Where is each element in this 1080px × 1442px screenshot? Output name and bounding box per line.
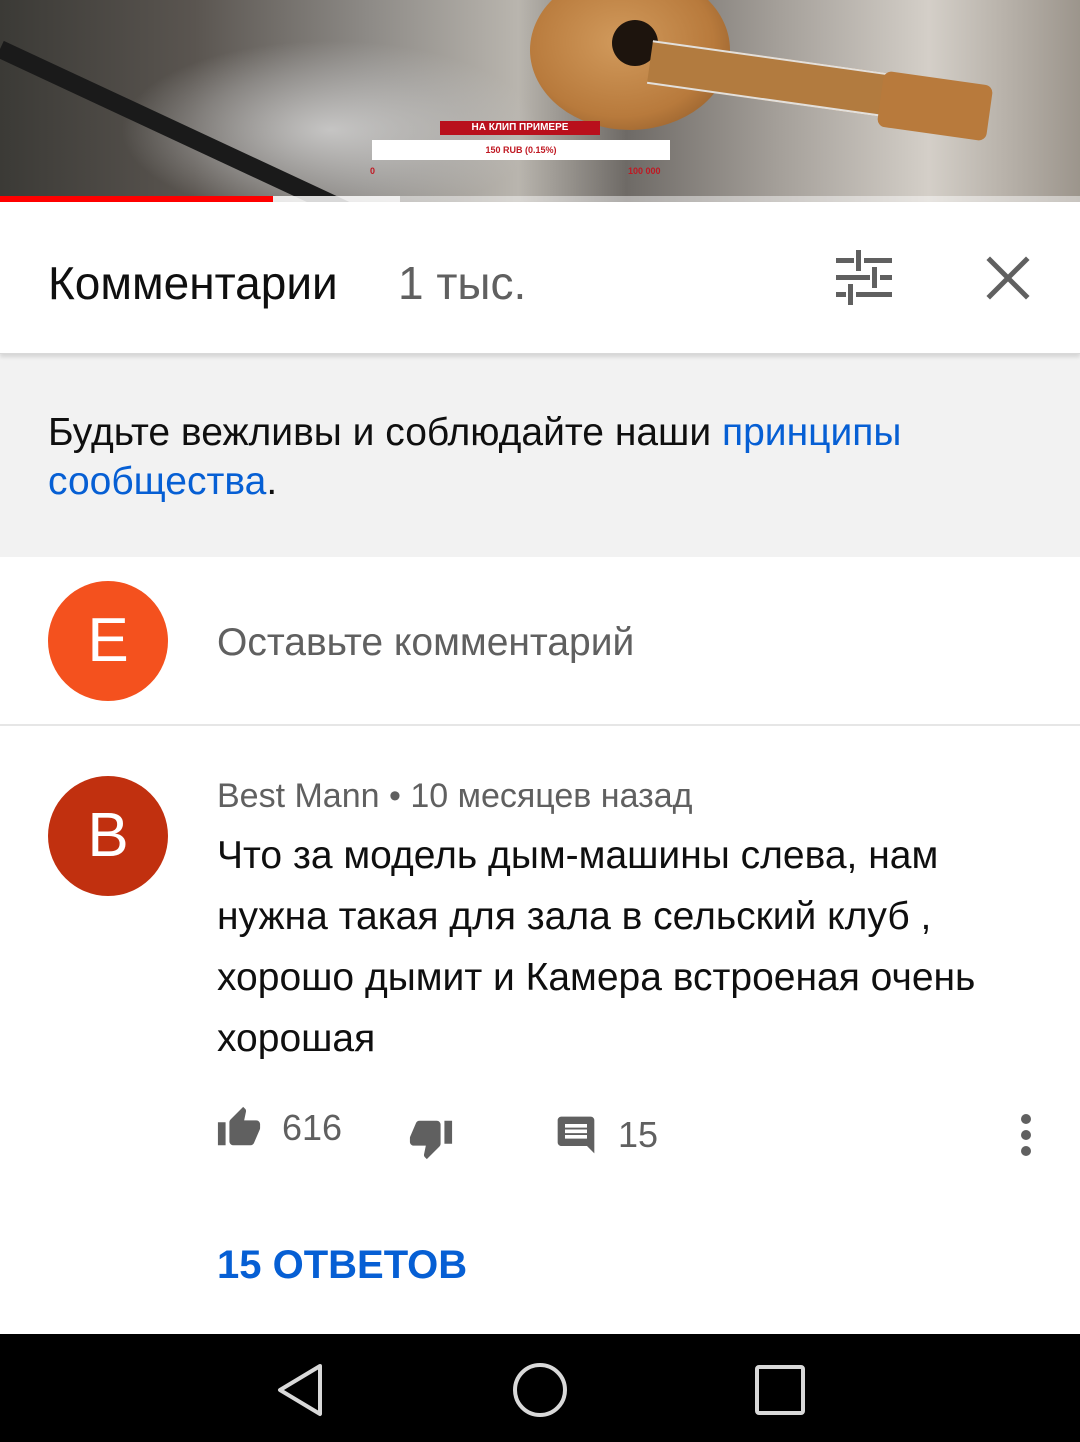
comments-header: Комментарии 1 тыс. bbox=[0, 202, 1080, 354]
like-button[interactable]: 616 bbox=[216, 1105, 342, 1151]
nav-recents-button[interactable] bbox=[750, 1360, 810, 1420]
home-circle-icon bbox=[513, 1363, 567, 1417]
sort-sliders-icon bbox=[836, 250, 892, 305]
video-player[interactable]: НА КЛИП ПРИМЕРЕ 150 RUB (0.15%) 0 100 00… bbox=[0, 0, 1080, 202]
donation-goal-min: 0 bbox=[370, 166, 376, 176]
like-count: 616 bbox=[282, 1107, 343, 1148]
donation-goal-max: 100 000 bbox=[628, 166, 661, 176]
avatar: E bbox=[48, 581, 168, 701]
comment-icon bbox=[557, 1116, 595, 1154]
add-comment-row[interactable]: E Оставьте комментарий bbox=[0, 557, 1080, 726]
comment-more-button[interactable] bbox=[1006, 1111, 1046, 1159]
comment-item: B Best Mann • 10 месяцев назад Что за мо… bbox=[0, 727, 1080, 1334]
nav-back-button[interactable] bbox=[270, 1360, 330, 1420]
comments-count: 1 тыс. bbox=[398, 257, 527, 309]
video-guitar-headstock bbox=[876, 70, 994, 142]
dislike-button[interactable] bbox=[408, 1115, 454, 1161]
guidelines-text: Будьте вежливы и соблюдайте наши bbox=[48, 411, 722, 454]
close-icon bbox=[986, 256, 1030, 300]
community-guidelines-banner: Будьте вежливы и соблюдайте наши принцип… bbox=[0, 354, 1080, 557]
comments-title: Комментарии bbox=[48, 257, 338, 309]
system-nav-bar bbox=[0, 1334, 1080, 1442]
guidelines-suffix: . bbox=[266, 460, 278, 503]
donation-goal-bar: 150 RUB (0.15%) bbox=[372, 140, 670, 160]
reply-count: 15 bbox=[618, 1114, 659, 1155]
thumbs-up-icon bbox=[217, 1106, 261, 1146]
view-replies-button[interactable]: 15 ОТВЕТОВ bbox=[217, 1243, 467, 1288]
donation-goal-title: НА КЛИП ПРИМЕРЕ bbox=[440, 121, 600, 135]
recents-square-icon bbox=[755, 1365, 805, 1415]
nav-home-button[interactable] bbox=[510, 1360, 570, 1420]
sort-comments-button[interactable] bbox=[828, 246, 900, 310]
thumbs-down-icon bbox=[409, 1120, 453, 1160]
comment-author-avatar[interactable]: B bbox=[48, 776, 168, 896]
close-comments-button[interactable] bbox=[976, 246, 1040, 310]
more-vert-icon bbox=[1021, 1114, 1031, 1156]
reply-button[interactable]: 15 bbox=[554, 1113, 658, 1157]
comment-text: Что за модель дым-машины слева, нам нужн… bbox=[217, 834, 976, 1060]
comment-meta: Best Mann • 10 месяцев назад bbox=[217, 777, 693, 815]
comment-input[interactable]: Оставьте комментарий bbox=[217, 621, 634, 665]
back-triangle-icon bbox=[278, 1364, 322, 1416]
